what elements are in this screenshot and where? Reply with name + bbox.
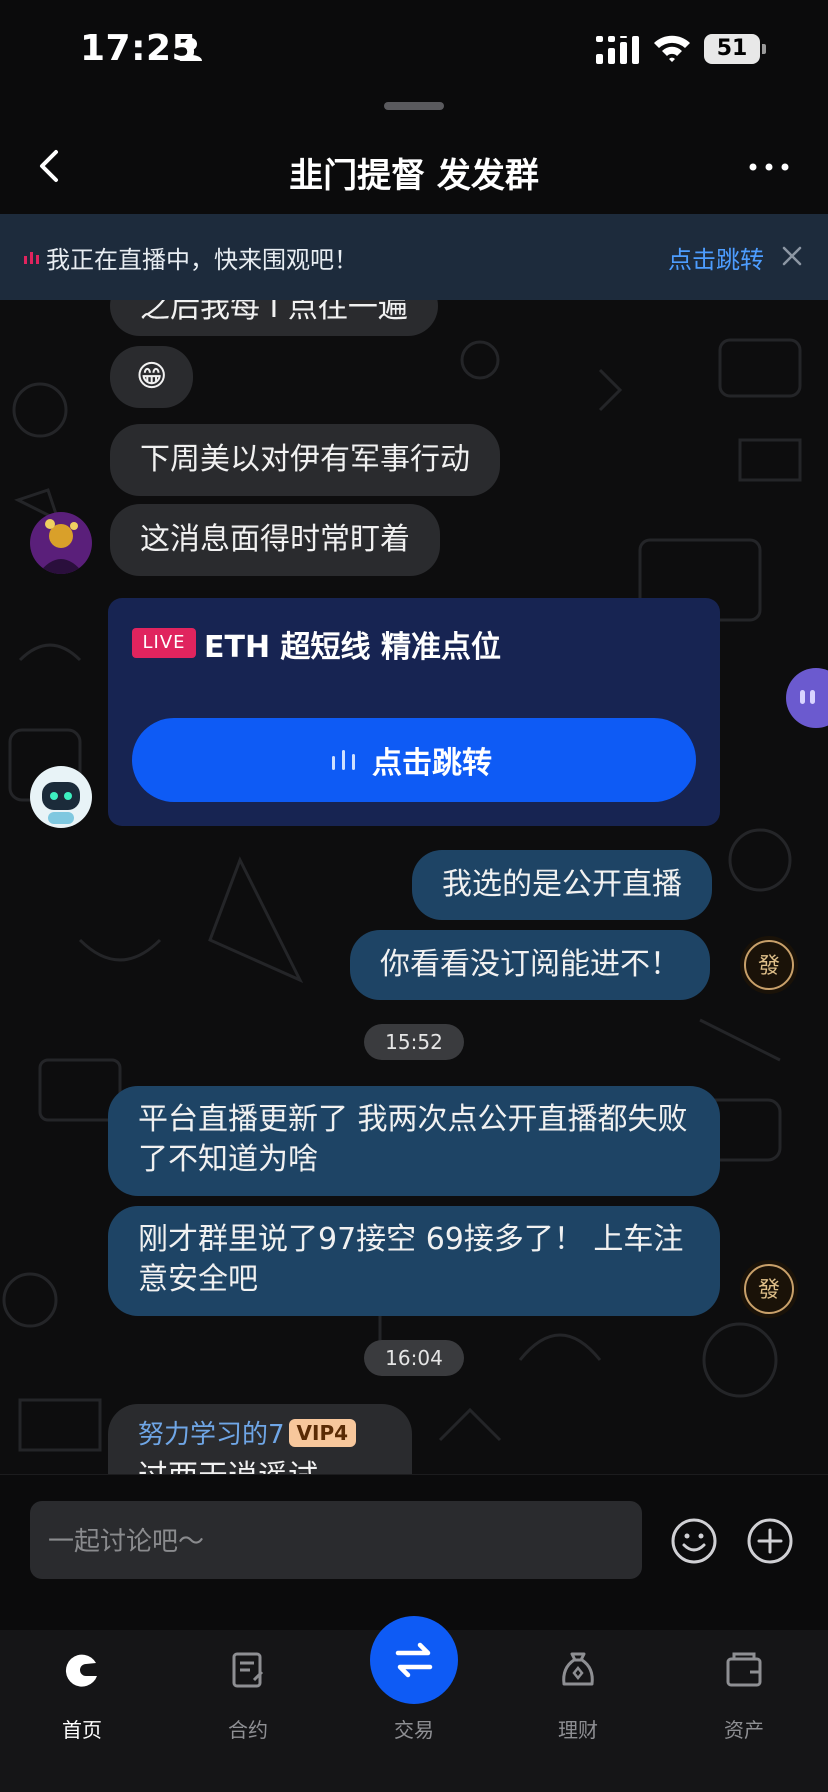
message-text: 过两天逍遥试	[138, 1459, 382, 1474]
seal-avatar-image: 發	[740, 936, 798, 994]
contract-icon	[232, 1652, 264, 1688]
message-timestamp: 15:52	[364, 1024, 464, 1060]
message-bubble[interactable]: 平台直播更新了 我两次点公开直播都失败了不知道为啥	[108, 1086, 720, 1196]
live-jump-button[interactable]: 点击跳转	[132, 718, 696, 802]
svg-text:發: 發	[758, 1278, 780, 1303]
plus-icon[interactable]	[746, 1517, 794, 1565]
status-bar: 17:25 51	[0, 0, 828, 96]
live-bars-icon	[332, 750, 355, 770]
live-card-title: ETH 超短线 精准点位	[204, 630, 501, 665]
live-jump-button-label: 点击跳转	[372, 746, 492, 781]
tab-assets[interactable]: 资产	[684, 1650, 804, 1750]
message-timestamp: 16:04	[364, 1340, 464, 1376]
message-input-placeholder: 一起讨论吧～	[48, 1527, 205, 1557]
floating-assistant-button[interactable]	[786, 668, 828, 728]
sender-name[interactable]: 努力学习的7	[138, 1420, 285, 1450]
message-bubble[interactable]: 努力学习的7VIP4 过两天逍遥试	[108, 1404, 412, 1474]
home-icon	[65, 1654, 97, 1687]
tab-home[interactable]: 首页	[22, 1650, 142, 1750]
live-banner-jump-link[interactable]: 点击跳转	[668, 240, 764, 275]
wifi-icon	[654, 35, 690, 62]
sheet-grabber[interactable]	[384, 102, 444, 110]
battery-level: 51	[704, 34, 760, 64]
message-input[interactable]: 一起讨论吧～	[30, 1501, 642, 1579]
person-icon	[180, 38, 202, 61]
self-avatar[interactable]: 發	[740, 1260, 798, 1318]
tab-home-label: 首页	[62, 1718, 102, 1742]
seal-avatar-image: 發	[740, 1260, 798, 1318]
message-bubble[interactable]: 下周美以对伊有军事行动	[110, 424, 500, 496]
vip-badge: VIP4	[288, 1419, 357, 1447]
live-banner[interactable]: 我正在直播中，快来围观吧！ 点击跳转	[0, 214, 828, 300]
live-badge: LIVE	[132, 628, 196, 658]
tab-contract-label: 合约	[228, 1718, 268, 1742]
pause-icon	[800, 690, 815, 704]
more-options-icon[interactable]	[748, 162, 790, 172]
chat-title: 韭门提督 发发群	[289, 156, 539, 196]
tab-wealth-label: 理财	[558, 1718, 598, 1742]
self-avatar[interactable]: 發	[740, 936, 798, 994]
close-icon[interactable]	[780, 244, 804, 268]
message-bubble[interactable]: 我选的是公开直播	[412, 850, 712, 920]
tab-wealth[interactable]: 理财	[518, 1650, 638, 1750]
live-bars-icon	[24, 252, 39, 264]
composer: 一起讨论吧～	[0, 1474, 828, 1630]
sender-line: 努力学习的7 VIP4	[138, 1416, 382, 1453]
live-banner-text: 我正在直播中，快来围观吧！	[46, 246, 358, 274]
money-bag-icon	[562, 1652, 594, 1686]
robot-icon	[30, 766, 92, 828]
emoji-icon[interactable]	[670, 1517, 718, 1565]
bot-avatar[interactable]	[30, 766, 92, 828]
avatar-image	[30, 512, 92, 574]
message-bubble[interactable]: 😁	[110, 346, 194, 408]
tab-trade-label: 交易	[394, 1718, 434, 1742]
bottom-tab-bar: 首页 合约 交易 理财 资产	[0, 1616, 828, 1792]
message-bubble[interactable]: 刚才群里说了97接空 69接多了！ 上车注意安全吧	[108, 1206, 720, 1316]
tab-contract[interactable]: 合约	[188, 1650, 308, 1750]
message-bubble[interactable]: 你看看没订阅能进不！	[350, 930, 710, 1000]
tab-assets-label: 资产	[724, 1718, 764, 1742]
tab-trade[interactable]: 交易	[354, 1616, 474, 1750]
wallet-icon	[726, 1652, 762, 1687]
live-stream-card[interactable]: LIVE ETH 超短线 精准点位 点击跳转	[108, 598, 720, 826]
swap-icon	[395, 1642, 433, 1678]
user-avatar[interactable]	[30, 512, 92, 574]
chat-header: 韭门提督 发发群	[0, 118, 828, 214]
message-bubble[interactable]: 这消息面得时常盯着	[110, 504, 440, 576]
message-bubble[interactable]: 之后我每 I 点往一遍	[110, 300, 438, 336]
trade-button[interactable]	[370, 1616, 458, 1704]
signal-icon	[596, 36, 639, 64]
svg-text:發: 發	[758, 954, 780, 979]
battery-indicator: 51	[704, 34, 766, 64]
chat-message-list[interactable]: 之后我每 I 点往一遍 😁 下周美以对伊有军事行动 这消息面得时常盯着 LIVE…	[0, 300, 828, 1474]
